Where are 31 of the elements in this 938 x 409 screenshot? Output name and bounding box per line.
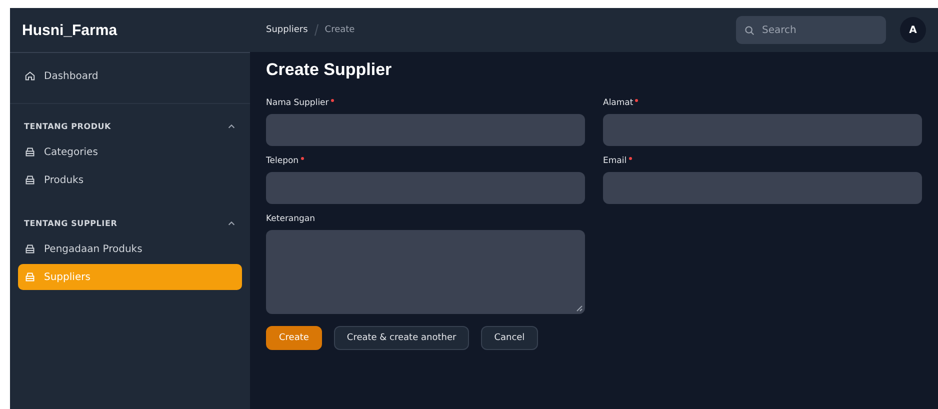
- field-label: Nama Supplier: [266, 98, 329, 108]
- sidebar-item[interactable]: Dashboard: [18, 63, 242, 89]
- box-icon: [24, 243, 36, 255]
- page-title: Create Supplier: [266, 60, 393, 80]
- sidebar-item[interactable]: Pengadaan Produks: [18, 236, 242, 262]
- breadcrumb-link[interactable]: Suppliers: [266, 25, 308, 35]
- form-button[interactable]: Create & create another: [334, 326, 470, 350]
- input-field[interactable]: [266, 114, 585, 146]
- group-heading: TENTANG PRODUK: [24, 122, 112, 131]
- field-label: Alamat: [603, 98, 634, 108]
- breadcrumb-link[interactable]: Create: [324, 25, 355, 35]
- home-icon: [24, 70, 36, 82]
- input-field[interactable]: [603, 114, 922, 146]
- field-label: Email: [603, 156, 627, 166]
- sidebar-item[interactable]: Categories: [18, 139, 242, 165]
- group-heading: TENTANG SUPPLIER: [24, 219, 118, 228]
- user-avatar[interactable]: A: [900, 17, 926, 43]
- search-field[interactable]: Search: [736, 16, 886, 44]
- box-icon: [24, 146, 36, 158]
- sidebar-item[interactable]: Produks: [18, 167, 242, 193]
- box-icon: [24, 271, 36, 283]
- chevron-icon[interactable]: [227, 122, 236, 131]
- textarea-field[interactable]: [266, 230, 585, 314]
- chevron-icon[interactable]: [227, 219, 236, 228]
- field-label: Keterangan: [266, 214, 316, 224]
- box-icon: [24, 174, 36, 186]
- input-field[interactable]: [266, 172, 585, 204]
- resize-grip-icon[interactable]: [575, 304, 583, 312]
- form-button[interactable]: Cancel: [481, 326, 538, 350]
- input-field[interactable]: [603, 172, 922, 204]
- field-label: Telepon: [266, 156, 299, 166]
